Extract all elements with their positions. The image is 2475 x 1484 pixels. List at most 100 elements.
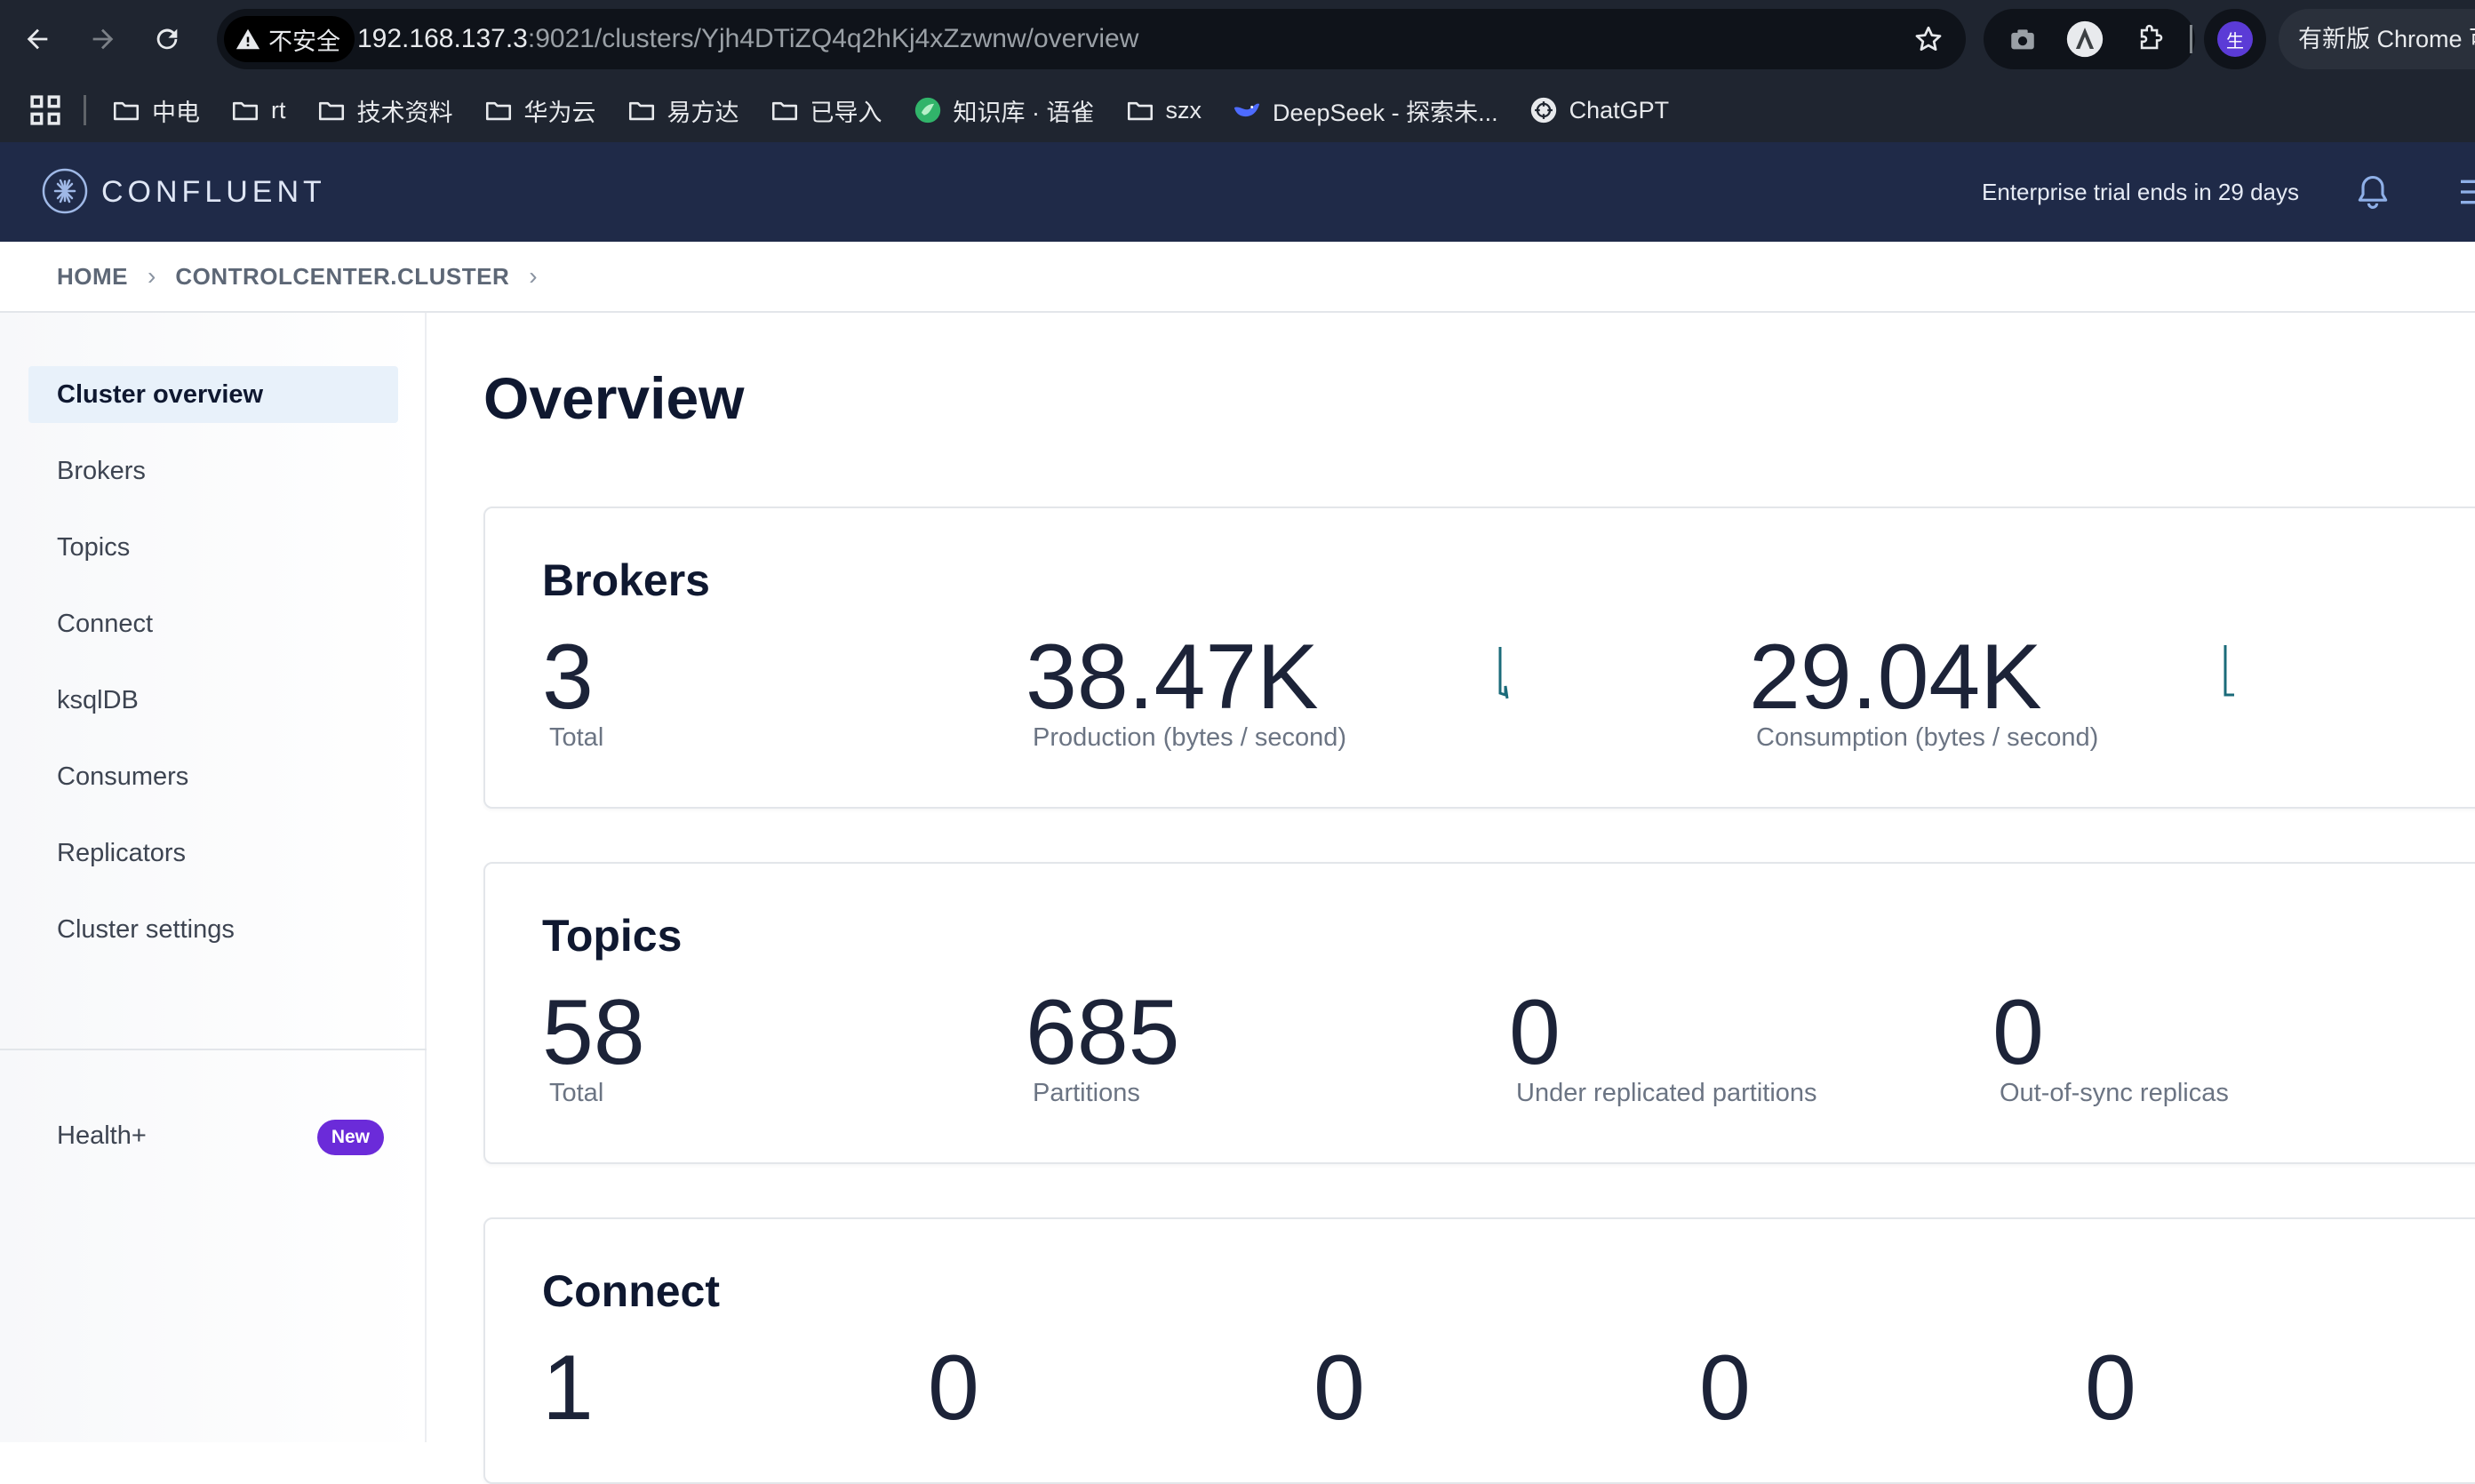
connect-value: 0 (928, 1336, 979, 1440)
partitions-metric: 685 Partitions (1026, 983, 1180, 1108)
under-replicated-label: Under replicated partitions (1516, 1079, 1817, 1107)
folder-icon (1125, 95, 1155, 125)
connect-card[interactable]: Connect 1 0 0 0 0 (483, 1217, 2475, 1484)
sidebar-item-cluster-overview[interactable]: Cluster overview (28, 366, 398, 423)
folder-icon (483, 95, 514, 125)
bookmarks-bar: 中电 rt 技术资料 华为云 易方达 已导入 知识库 · 语雀 szx DeepSeek - 探… (0, 78, 2475, 142)
confluent-logo-icon[interactable] (41, 167, 89, 215)
bookmark-label: rt (271, 96, 286, 124)
consumption-metric: 29.04K Consumption (bytes / second) (1749, 627, 2098, 753)
profile-button[interactable]: 生 (2204, 9, 2266, 69)
out-of-sync-metric: 0 Out-of-sync replicas (1992, 983, 2229, 1108)
security-chip[interactable]: 不安全 (224, 16, 355, 62)
arc-extension[interactable] (2065, 20, 2104, 59)
url-path: :9021/clusters/Yjh4DTiZQ4q2hKj4xZzwnw/ov… (527, 24, 1139, 53)
brokers-card[interactable]: Brokers 3 Total 38.47K Production (bytes… (483, 507, 2475, 809)
sidebar-item-connect[interactable]: Connect (28, 595, 398, 652)
bookmark-item[interactable]: DeepSeek - 探索未... (1232, 93, 1498, 128)
extensions-button[interactable] (2131, 20, 2170, 59)
connect-value: 0 (1699, 1336, 1751, 1440)
breadcrumb: HOME › CONTROLCENTER.CLUSTER › (0, 242, 2475, 313)
insecure-label: 不安全 (268, 28, 340, 55)
bookmark-label: 华为云 (523, 99, 596, 126)
bookmark-item[interactable]: 易方达 (627, 93, 739, 128)
forward-button[interactable] (84, 20, 123, 59)
out-of-sync-value: 0 (1992, 981, 2044, 1084)
brokers-total-label: Total (549, 723, 604, 752)
app-header: CONFLUENT Enterprise trial ends in 29 da… (0, 142, 2475, 242)
bookmark-item[interactable]: rt (230, 95, 286, 125)
topics-total-metric: 58 Total (542, 983, 645, 1108)
bookmark-label: 已导入 (810, 99, 882, 126)
connect-value: 0 (2085, 1336, 2136, 1440)
apps-grid-icon[interactable] (27, 92, 64, 129)
url-text[interactable]: 192.168.137.3:9021/clusters/Yjh4DTiZQ4q2… (357, 9, 1138, 69)
connect-metric-5: 0 (2085, 1338, 2136, 1438)
sidebar-item-ksqldb[interactable]: ksqlDB (28, 672, 398, 729)
bookmark-item[interactable]: ChatGPT (1529, 95, 1670, 125)
sidebar-item-brokers[interactable]: Brokers (28, 443, 398, 499)
bookmark-label: 中电 (152, 99, 200, 126)
screenshot-extension[interactable] (2003, 20, 2042, 59)
bookmark-item[interactable]: 知识库 · 语雀 (913, 93, 1095, 128)
back-button[interactable] (18, 20, 57, 59)
consumption-value: 29.04K (1749, 626, 2042, 729)
sidebar-item-health-plus[interactable]: Health+ New (28, 1107, 398, 1164)
address-bar[interactable]: 不安全 192.168.137.3:9021/clusters/Yjh4DTiZ… (217, 9, 1966, 69)
sidebar-divider (0, 1049, 427, 1050)
bookmark-list: 中电 rt 技术资料 华为云 易方达 已导入 知识库 · 语雀 szx DeepSeek - 探… (111, 93, 1699, 128)
menu-icon[interactable] (2456, 174, 2475, 210)
connect-metric-2: 0 (928, 1338, 979, 1438)
camera-icon (2011, 29, 2034, 50)
forward-arrow-icon (92, 28, 114, 50)
bookmark-label: szx (1165, 96, 1202, 124)
breadcrumb-cluster[interactable]: CONTROLCENTER.CLUSTER (175, 263, 509, 291)
folder-icon (316, 95, 347, 125)
bookmark-item[interactable]: 技术资料 (316, 93, 453, 128)
yuque-icon (913, 95, 943, 125)
sidebar-item-replicators[interactable]: Replicators (28, 825, 398, 882)
bookmarks-separator (84, 95, 86, 125)
page-title: Overview (483, 365, 745, 431)
bookmark-label: 易方达 (667, 99, 739, 126)
health-label: Health+ (57, 1121, 147, 1150)
bookmark-item[interactable]: 已导入 (770, 93, 882, 128)
puzzle-icon (2140, 24, 2163, 50)
brokers-card-title: Brokers (542, 555, 710, 605)
bookmark-item[interactable]: szx (1125, 95, 1202, 125)
topics-card[interactable]: Topics 58 Total 685 Partitions 0 Under r… (483, 862, 2475, 1164)
sidebar-item-consumers[interactable]: Consumers (28, 748, 398, 805)
bookmark-label: 知识库 · 语雀 (953, 99, 1095, 126)
reload-button[interactable] (148, 20, 187, 59)
bookmark-star-icon[interactable] (1912, 23, 1944, 55)
bookmark-label: 技术资料 (356, 99, 453, 126)
chevron-right-icon: › (529, 262, 538, 290)
out-of-sync-label: Out-of-sync replicas (2000, 1079, 2229, 1107)
topics-card-title: Topics (542, 911, 683, 961)
logo-text[interactable]: CONFLUENT (101, 167, 326, 217)
bookmark-label: DeepSeek - 探索未... (1273, 99, 1498, 126)
bell-icon[interactable] (2353, 172, 2392, 211)
update-chrome-button[interactable]: 有新版 Chrome 可 (2279, 9, 2475, 69)
url-host: 192.168.137.3 (357, 24, 528, 53)
connect-card-title: Connect (542, 1266, 720, 1316)
warning-icon (236, 28, 260, 50)
under-replicated-value: 0 (1509, 981, 1561, 1084)
partitions-value: 685 (1026, 981, 1180, 1084)
profile-avatar: 生 (2217, 21, 2253, 57)
connect-value: 1 (542, 1336, 594, 1440)
sidebar-item-cluster-settings[interactable]: Cluster settings (28, 901, 398, 958)
production-value: 38.47K (1026, 626, 1319, 729)
brokers-total-metric: 3 Total (542, 627, 603, 753)
connect-value: 0 (1313, 1336, 1365, 1440)
connect-metric-1: 1 (542, 1338, 594, 1438)
bookmark-item[interactable]: 中电 (111, 93, 200, 128)
bookmark-item[interactable]: 华为云 (483, 93, 596, 128)
production-metric: 38.47K Production (bytes / second) (1026, 627, 1346, 753)
brokers-total-value: 3 (542, 626, 594, 729)
production-label: Production (bytes / second) (1033, 723, 1347, 752)
back-arrow-icon (27, 28, 48, 50)
sidebar-item-topics[interactable]: Topics (28, 519, 398, 576)
bookmark-label: ChatGPT (1569, 96, 1670, 124)
breadcrumb-home[interactable]: HOME (57, 263, 128, 291)
